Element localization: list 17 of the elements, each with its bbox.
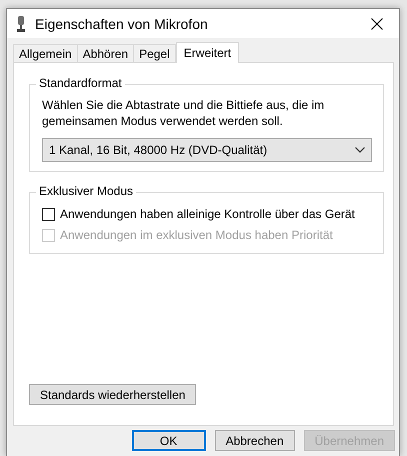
microphone-icon xyxy=(17,16,26,32)
checkbox-label: Anwendungen haben alleinige Kontrolle über das Gerät xyxy=(60,207,355,221)
checkbox[interactable] xyxy=(42,208,55,220)
restore-defaults-button[interactable]: Standards wiederherstellen xyxy=(29,384,196,405)
format-dropdown[interactable]: 1 Kanal, 16 Bit, 48000 Hz (DVD-Qualität) xyxy=(42,138,372,162)
checkbox-label: Anwendungen im exklusiven Modus haben Priorität xyxy=(60,228,333,242)
group-title: Standardformat xyxy=(36,76,125,90)
ok-button[interactable]: OK xyxy=(132,430,206,451)
tab[interactable]: Allgemein xyxy=(13,44,78,62)
window-title: Eigenschaften von Mikrofon xyxy=(35,16,209,32)
description: Wählen Sie die Abtastrate und die Bittiefe aus, die im gemeinsamen Modus verwendet werden soll. xyxy=(42,97,326,129)
cancel-button[interactable]: Abbrechen xyxy=(214,430,295,451)
tab[interactable]: Pegel xyxy=(133,44,176,62)
tab[interactable]: Erweitert xyxy=(176,42,240,63)
close-icon[interactable] xyxy=(371,18,383,30)
chevron-down-icon xyxy=(355,147,365,153)
group-title: Exklusiver Modus xyxy=(36,184,136,198)
